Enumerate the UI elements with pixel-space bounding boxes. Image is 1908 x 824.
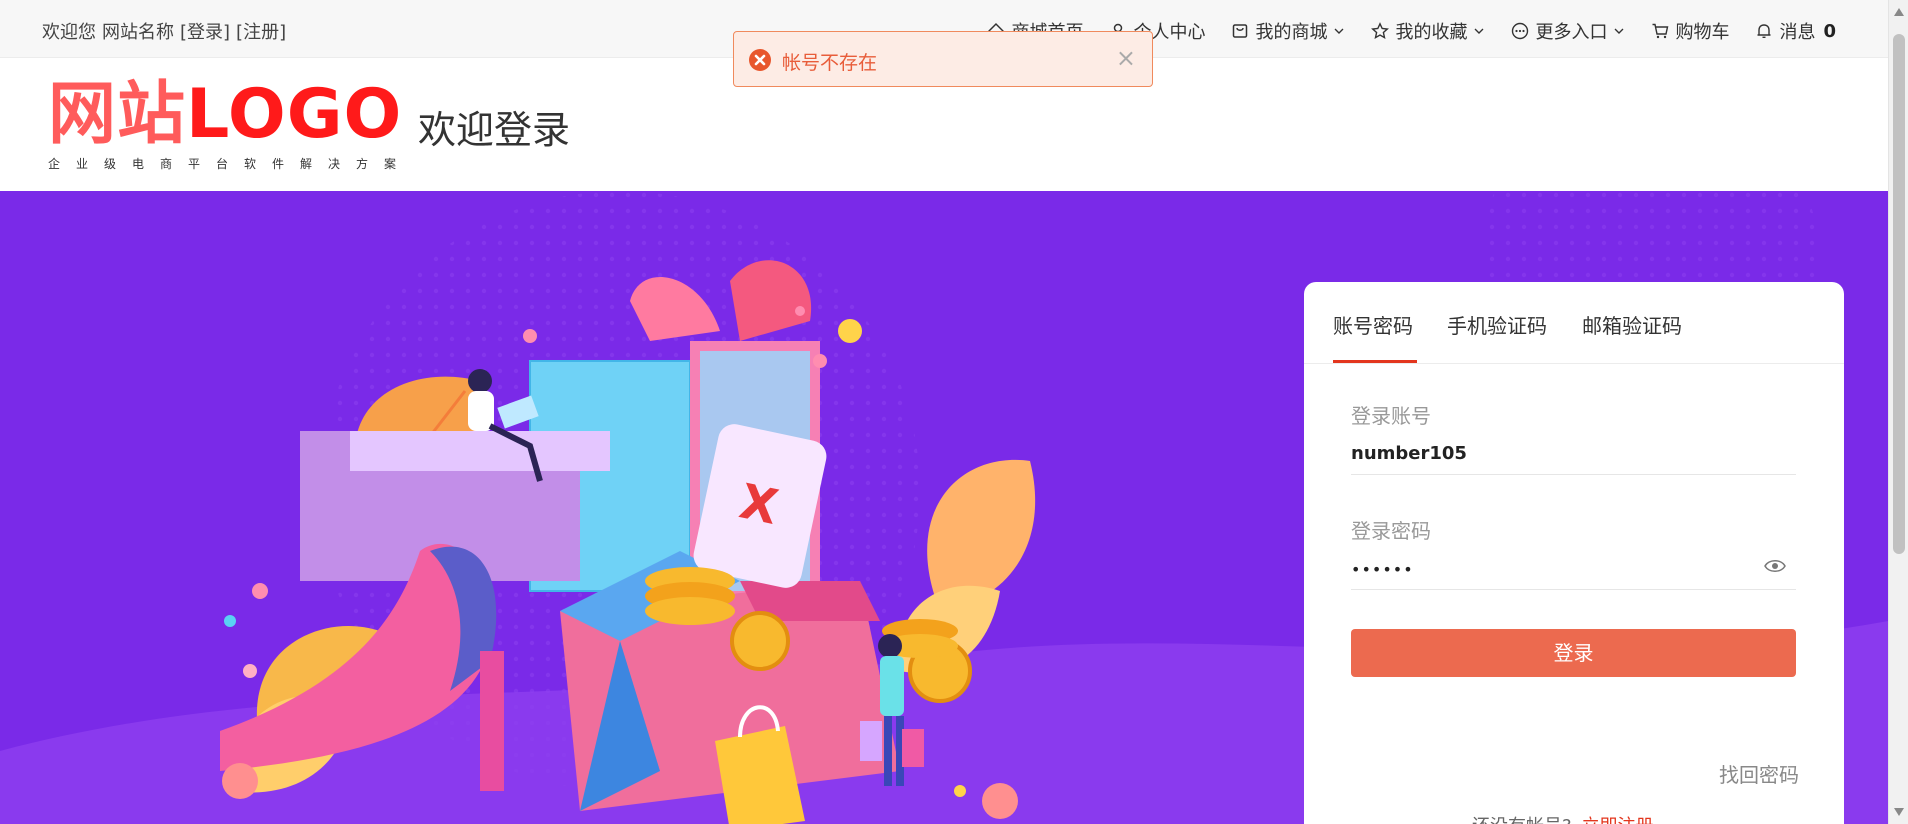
login-button[interactable]: 登录 xyxy=(1351,629,1796,677)
shop-bag-icon xyxy=(1233,24,1248,38)
message-count-badge: 0 xyxy=(1823,20,1836,42)
site-logo[interactable]: 网站LOGO 企业级电商平台软件解决方案 xyxy=(48,79,412,172)
welcome-text-group: 欢迎您 网站名称 [登录] [注册] xyxy=(42,18,286,44)
cart-icon xyxy=(1652,23,1669,39)
register-now-link[interactable]: 立即注册 xyxy=(1582,816,1654,824)
tab-phone-code[interactable]: 手机验证码 xyxy=(1447,310,1547,339)
error-icon xyxy=(749,49,771,71)
logo-text: 网站LOGO xyxy=(48,79,412,151)
page-title: 欢迎登录 xyxy=(418,108,571,152)
chevron-down-icon xyxy=(1614,28,1624,34)
toast-message: 帐号不存在 xyxy=(782,52,878,74)
nav-favorites-label: 我的收藏 xyxy=(1395,22,1468,43)
register-prompt: 还没有帐号? 立即注册 xyxy=(1472,812,1654,824)
active-tab-indicator xyxy=(1333,360,1417,363)
logo-tagline: 企业级电商平台软件解决方案 xyxy=(48,157,413,171)
site-name: 网站名称 xyxy=(102,22,174,43)
account-label: 登录账号 xyxy=(1351,404,1431,428)
login-tabs: 账号密码 手机验证码 邮箱验证码 xyxy=(1304,282,1844,364)
forgot-password-link[interactable]: 找回密码 xyxy=(1719,759,1799,788)
scroll-up-icon[interactable] xyxy=(1894,8,1904,16)
gift-box-illustration: X xyxy=(220,260,1036,824)
nav-favorites[interactable]: 我的收藏 xyxy=(1371,18,1485,44)
login-card: 账号密码 手机验证码 邮箱验证码 登录账号 number105 登录密码 •••… xyxy=(1304,282,1844,824)
nav-more[interactable]: 更多入口 xyxy=(1511,18,1625,44)
toast-close-button[interactable]: × xyxy=(1116,44,1136,72)
tab-email-code[interactable]: 邮箱验证码 xyxy=(1582,310,1682,339)
nav-cart[interactable]: 购物车 xyxy=(1651,18,1729,44)
no-account-text: 还没有帐号? xyxy=(1472,816,1572,824)
scrollbar-thumb[interactable] xyxy=(1893,34,1905,554)
password-field[interactable]: 登录密码 •••••• xyxy=(1351,515,1796,590)
account-input[interactable]: number105 xyxy=(1351,443,1796,464)
more-dots-icon xyxy=(1512,22,1529,40)
nav-more-label: 更多入口 xyxy=(1535,22,1608,43)
nav-messages-label: 消息 xyxy=(1779,22,1816,43)
chevron-down-icon xyxy=(1334,28,1344,34)
nav-cart-label: 购物车 xyxy=(1675,22,1730,43)
password-input[interactable]: •••••• xyxy=(1351,560,1796,579)
account-field[interactable]: 登录账号 number105 xyxy=(1351,400,1796,475)
error-toast: 帐号不存在 × xyxy=(733,31,1153,87)
star-icon xyxy=(1371,22,1390,39)
logo-en: LOGO xyxy=(186,75,403,154)
bell-icon xyxy=(1757,24,1771,38)
welcome-text: 欢迎您 xyxy=(42,22,96,43)
chevron-down-icon xyxy=(1474,28,1484,34)
nav-messages[interactable]: 消息 0 xyxy=(1755,18,1836,44)
logo-cn: 网站 xyxy=(48,75,187,154)
login-banner: X 账号密码 手机验证码 邮箱验证码 登录账号 number105 登录密码 •… xyxy=(0,191,1888,824)
register-link[interactable]: [注册] xyxy=(236,18,286,44)
tab-account-password[interactable]: 账号密码 xyxy=(1333,310,1413,339)
scroll-down-icon[interactable] xyxy=(1894,808,1904,816)
eye-icon[interactable] xyxy=(1764,559,1786,573)
login-link[interactable]: [登录] xyxy=(180,18,230,44)
password-label: 登录密码 xyxy=(1351,519,1431,543)
nav-my-mall-label: 我的商城 xyxy=(1255,22,1328,43)
nav-my-mall[interactable]: 我的商城 xyxy=(1231,18,1345,44)
page-scrollbar[interactable] xyxy=(1888,0,1908,824)
